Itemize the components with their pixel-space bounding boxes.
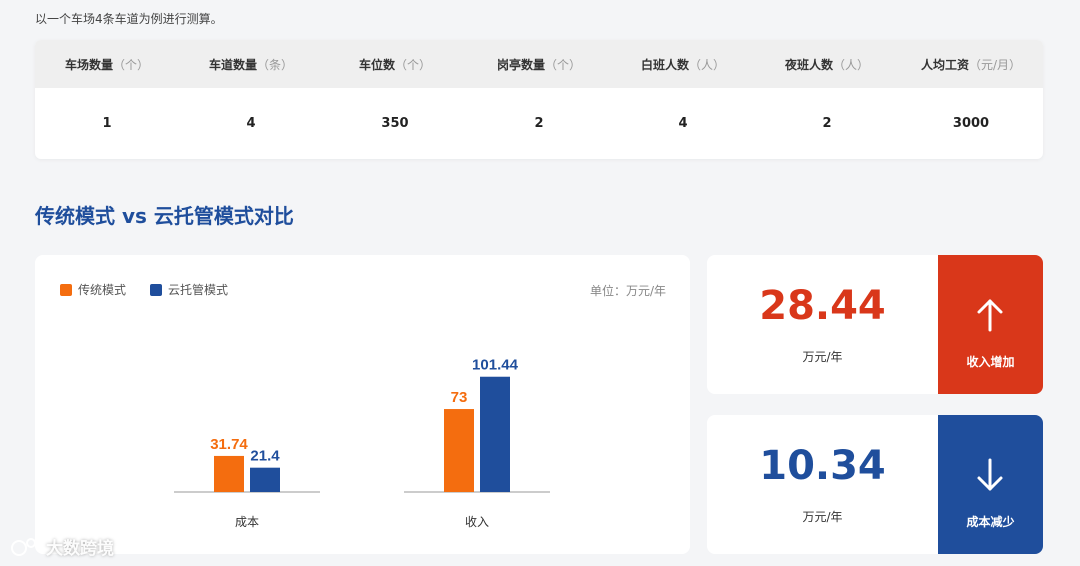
table-header-cell: 车位数（个）: [323, 56, 467, 73]
watermark-logo-icon: [11, 537, 42, 556]
bar: [444, 409, 474, 492]
bar: [214, 455, 244, 492]
chart-unit-label: 单位：万元/年: [589, 284, 666, 298]
table-row: 1 4 350 2 4 2 3000: [35, 88, 1043, 159]
bar: [250, 467, 280, 492]
header-unit: （个）: [395, 57, 432, 72]
data-label: 73: [451, 389, 468, 406]
table-cell: 4: [246, 116, 256, 131]
table-header-cell: 车道数量（条）: [179, 56, 323, 73]
category-label: 成本: [235, 515, 259, 529]
header-unit: （条）: [257, 57, 294, 72]
header-label: 车道数量: [208, 57, 257, 72]
table-cell: 350: [381, 116, 409, 131]
legend-item-cloud: 云托管模式: [150, 281, 228, 298]
legend-item-traditional: 传统模式: [60, 281, 126, 298]
stat-label: 收入增加: [966, 355, 1015, 369]
header-unit: （元/月）: [968, 57, 1022, 72]
stat-right-panel: 收入增加: [938, 255, 1043, 394]
legend-label: 云托管模式: [168, 283, 229, 297]
stat-right-panel: 成本减少: [938, 415, 1043, 554]
table-cell: 4: [678, 116, 688, 131]
stat-unit: 万元/年: [802, 510, 843, 524]
stat-unit: 万元/年: [802, 350, 843, 364]
table-header-cell: 人均工资（元/月）: [899, 56, 1043, 73]
data-label: 101.44: [472, 357, 519, 374]
header-label: 白班人数: [640, 57, 689, 72]
revenue-increase-card: 28.44 万元/年 收入增加: [707, 255, 1043, 394]
table-header-cell: 车场数量（个）: [35, 56, 179, 73]
stat-value: 10.34: [759, 443, 886, 489]
table-cell: 2: [822, 116, 832, 131]
stat-label: 成本减少: [966, 515, 1015, 529]
section-title: 传统模式 vs 云托管模式对比: [35, 204, 294, 228]
header-label: 岗亭数量: [496, 57, 545, 72]
data-label: 31.74: [210, 436, 248, 453]
bar-chart: 31.7421.4 成本 73101.44 收入: [174, 357, 550, 529]
intro-text: 以一个车场4条车道为例进行测算。: [35, 12, 223, 26]
chart-legend: 传统模式 云托管模式: [60, 281, 228, 298]
legend-label: 传统模式: [78, 283, 127, 297]
table-cell: 3000: [952, 116, 990, 131]
header-label: 人均工资: [920, 57, 969, 72]
stat-left-panel: 28.44 万元/年: [707, 255, 938, 394]
cost-decrease-card: 10.34 万元/年 成本减少: [707, 415, 1043, 554]
table-cell: 1: [102, 116, 112, 131]
data-label: 21.4: [250, 448, 280, 465]
table-header-row: 车场数量（个） 车道数量（条） 车位数（个） 岗亭数量（个） 白班人数（人） 夜…: [35, 40, 1043, 88]
watermark-text: 大数跨境: [46, 539, 114, 559]
table-header-cell: 白班人数（人）: [611, 56, 755, 73]
arrow-up-icon: [977, 299, 1003, 332]
arrow-down-icon: [977, 458, 1003, 491]
watermark: 大数跨境: [10, 534, 114, 559]
stat-value: 28.44: [759, 283, 886, 329]
table-header-cell: 岗亭数量（个）: [467, 56, 611, 73]
category-label: 收入: [465, 515, 489, 529]
table-cell: 2: [534, 116, 544, 131]
header-label: 车场数量: [64, 57, 113, 72]
legend-swatch: [150, 283, 163, 296]
header-unit: （人）: [833, 57, 870, 72]
header-unit: （个）: [545, 57, 582, 72]
parameters-table: 车场数量（个） 车道数量（条） 车位数（个） 岗亭数量（个） 白班人数（人） 夜…: [35, 40, 1043, 159]
header-label: 车位数: [358, 57, 395, 72]
header-unit: （人）: [689, 57, 726, 72]
header-unit: （个）: [113, 57, 150, 72]
legend-swatch: [60, 283, 72, 296]
header-label: 夜班人数: [784, 57, 833, 72]
comparison-chart-card: 31.74 21.4 成本 73 101.44 收入 传统模式 云托管模式 单位：万元/年: [35, 255, 690, 554]
table-header-cell: 夜班人数（人）: [755, 56, 899, 73]
stat-left-panel: 10.34 万元/年: [707, 415, 938, 554]
bar: [480, 376, 510, 492]
